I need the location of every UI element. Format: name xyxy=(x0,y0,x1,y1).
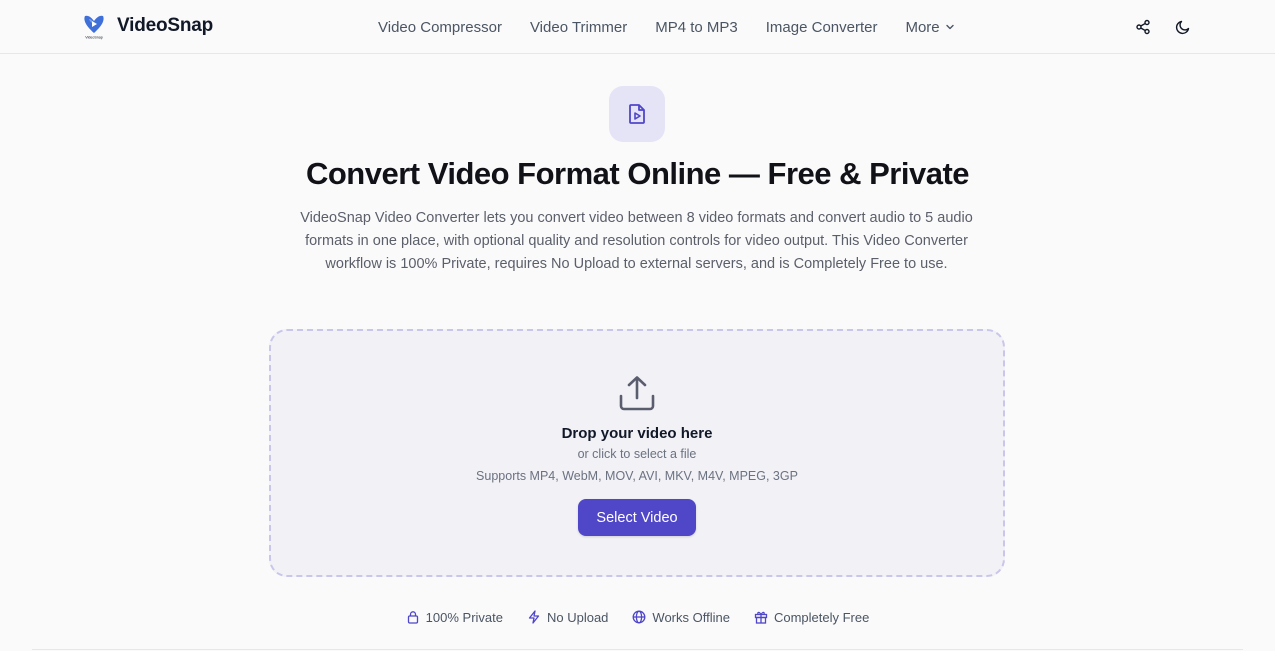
feature-no-upload: No Upload xyxy=(527,610,608,625)
section-divider xyxy=(32,649,1243,650)
theme-toggle-button[interactable] xyxy=(1169,13,1197,41)
nav-link-video-compressor[interactable]: Video Compressor xyxy=(378,19,502,36)
feature-label: 100% Private xyxy=(425,609,503,625)
feature-label: No Upload xyxy=(546,609,609,625)
supported-formats: Supports MP4, WebM, MOV, AVI, MKV, M4V, … xyxy=(476,469,798,483)
nav-link-mp4-to-mp3[interactable]: MP4 to MP3 xyxy=(655,19,738,36)
globe-icon xyxy=(632,610,646,624)
dropzone-title: Drop your video here xyxy=(561,425,713,442)
dropzone-subtitle: or click to select a file xyxy=(577,447,697,461)
lock-icon xyxy=(407,611,418,624)
nav-more-dropdown[interactable]: More xyxy=(905,19,954,36)
feature-private: 100% Private xyxy=(406,610,503,625)
video-dropzone[interactable]: Drop your video here or click to select … xyxy=(269,329,1005,577)
share-button[interactable] xyxy=(1129,13,1157,41)
brand-name: VideoSnap xyxy=(117,15,214,36)
feature-free: Completely Free xyxy=(754,610,869,625)
videosnap-logo-icon: VideoSnap xyxy=(84,15,104,40)
top-header: VideoSnap VideoSnap Video Compressor Vid… xyxy=(0,0,1275,54)
svg-text:VideoSnap: VideoSnap xyxy=(85,36,103,40)
zap-icon xyxy=(528,610,540,624)
file-video-icon xyxy=(609,86,665,142)
moon-icon xyxy=(1175,20,1190,35)
nav-link-video-trimmer[interactable]: Video Trimmer xyxy=(530,19,627,36)
nav-link-image-converter[interactable]: Image Converter xyxy=(766,19,878,36)
feature-list: 100% Private No Upload Works Offline Com… xyxy=(0,607,1275,627)
brand-link[interactable]: VideoSnap VideoSnap xyxy=(80,12,213,40)
page-title: Convert Video Format Online — Free & Pri… xyxy=(305,156,970,191)
select-video-button[interactable]: Select Video xyxy=(578,499,696,536)
share-icon xyxy=(1136,19,1150,35)
main-nav: Video Compressor Video Trimmer MP4 to MP… xyxy=(378,0,983,54)
header-actions xyxy=(1117,13,1197,41)
feature-label: Works Offline xyxy=(652,609,730,625)
upload-icon xyxy=(619,376,655,411)
chevron-down-icon xyxy=(945,24,954,30)
nav-more-label: More xyxy=(905,18,940,36)
page-description: VideoSnap Video Converter lets you conve… xyxy=(300,210,973,272)
feature-label: Completely Free xyxy=(773,609,870,625)
gift-icon xyxy=(754,611,768,624)
feature-offline: Works Offline xyxy=(632,610,730,625)
